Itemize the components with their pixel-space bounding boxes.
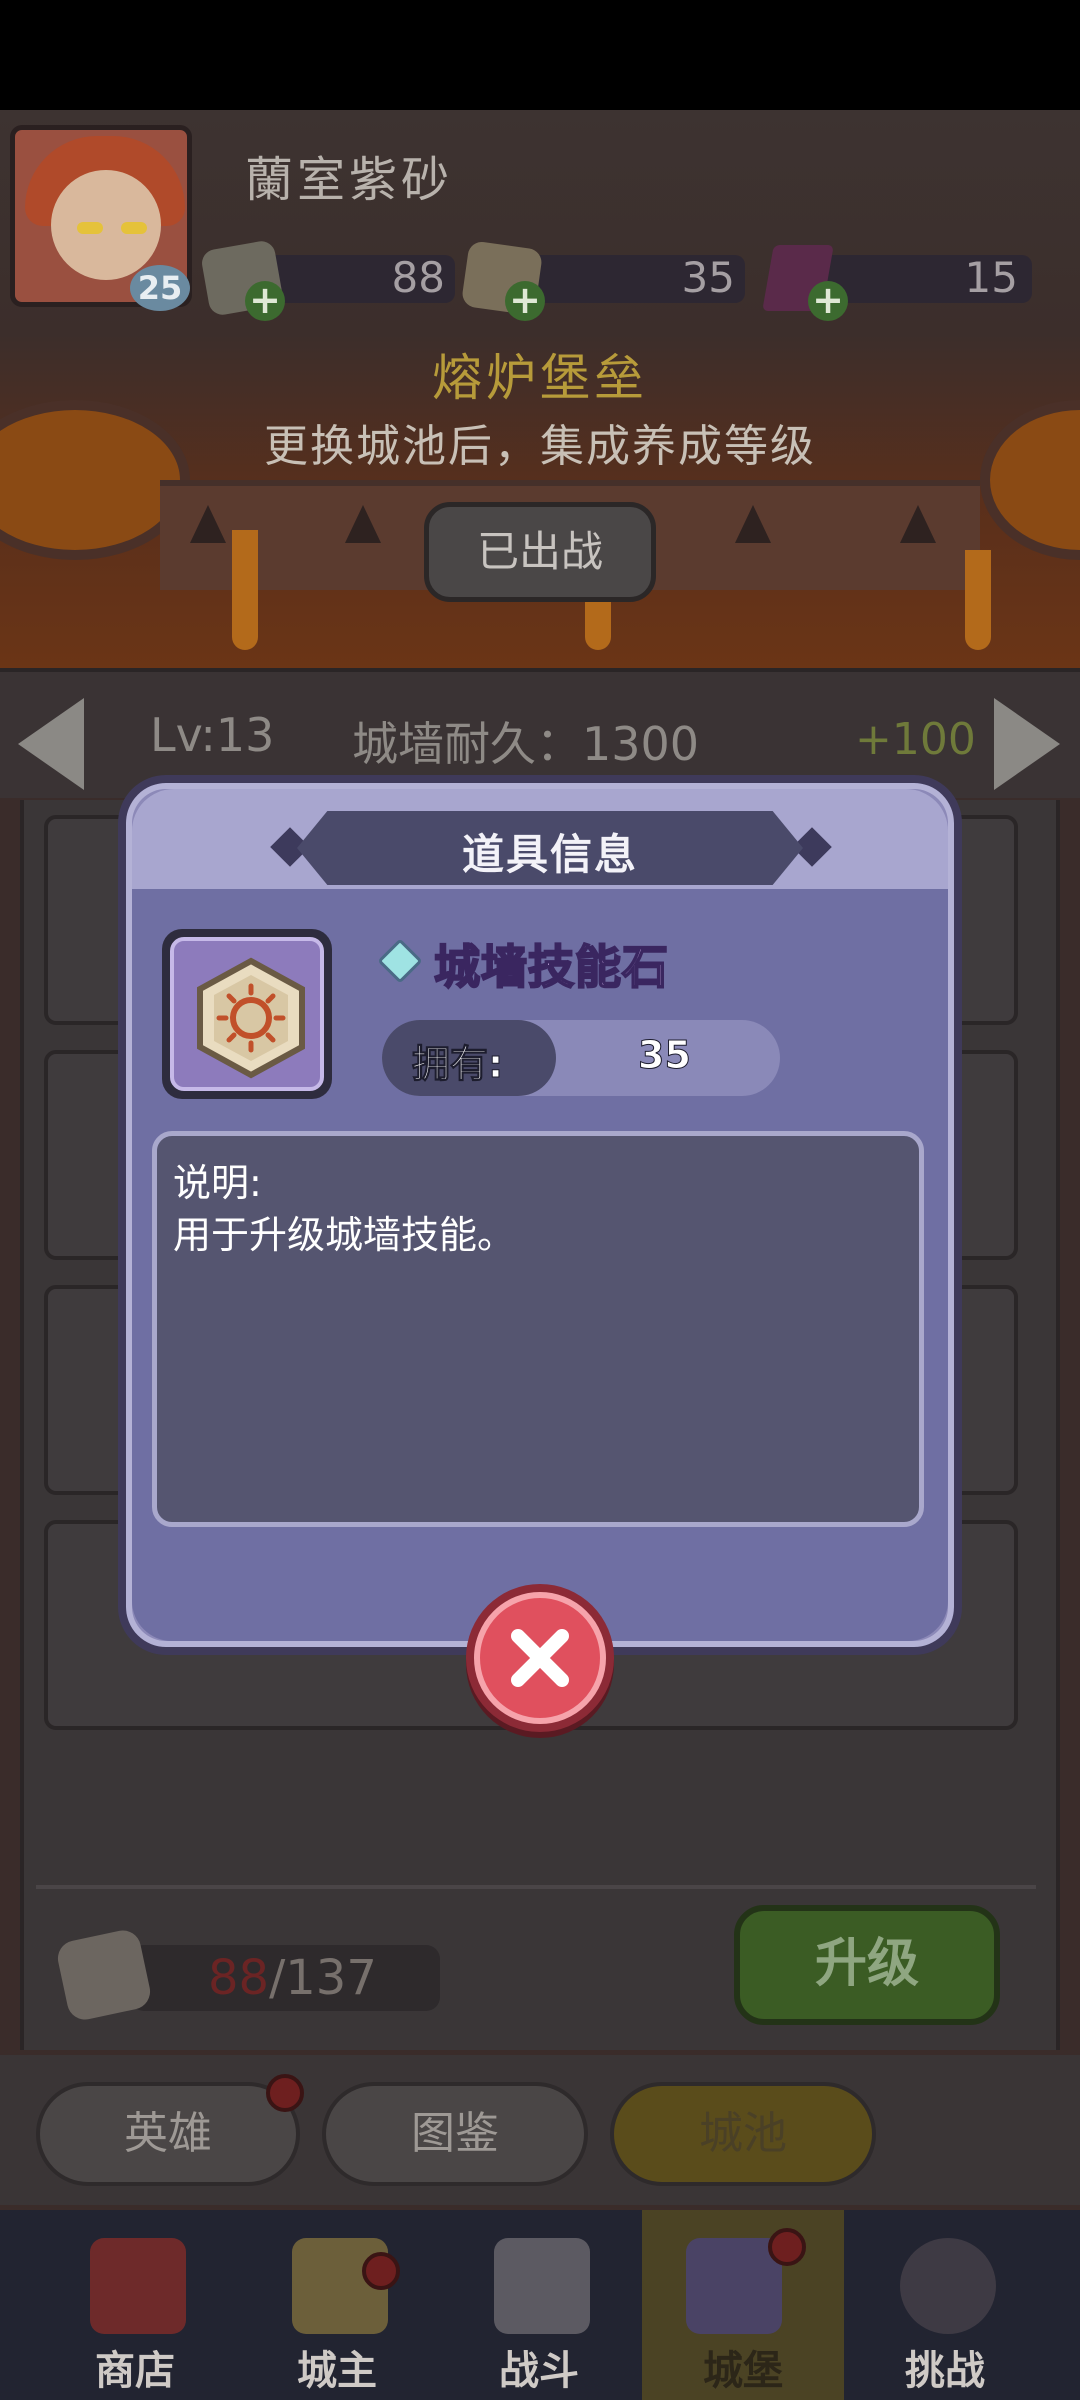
close-button[interactable] xyxy=(466,1584,614,1732)
dialog-header: 道具信息 xyxy=(132,789,948,889)
item-icon-frame xyxy=(162,929,332,1099)
dialog-title-plate: 道具信息 xyxy=(297,811,803,885)
description-text: 用于升级城墙技能。 xyxy=(173,1213,516,1257)
owned-label: 拥有: xyxy=(411,1042,504,1087)
status-bar xyxy=(0,0,1080,110)
owned-count: 35 xyxy=(638,1033,692,1078)
wall-skill-stone-icon xyxy=(197,957,305,1079)
description-title: 说明: xyxy=(173,1161,262,1205)
item-info-dialog: 道具信息 城墙技能石 拥有: 35 说明: 用于升级城墙技能。 xyxy=(118,775,962,1655)
item-name: 城墙技能石 xyxy=(433,939,669,995)
dialog-title: 道具信息 xyxy=(461,830,638,879)
description-box: 说明: 用于升级城墙技能。 xyxy=(152,1131,924,1527)
close-icon xyxy=(511,1629,569,1687)
